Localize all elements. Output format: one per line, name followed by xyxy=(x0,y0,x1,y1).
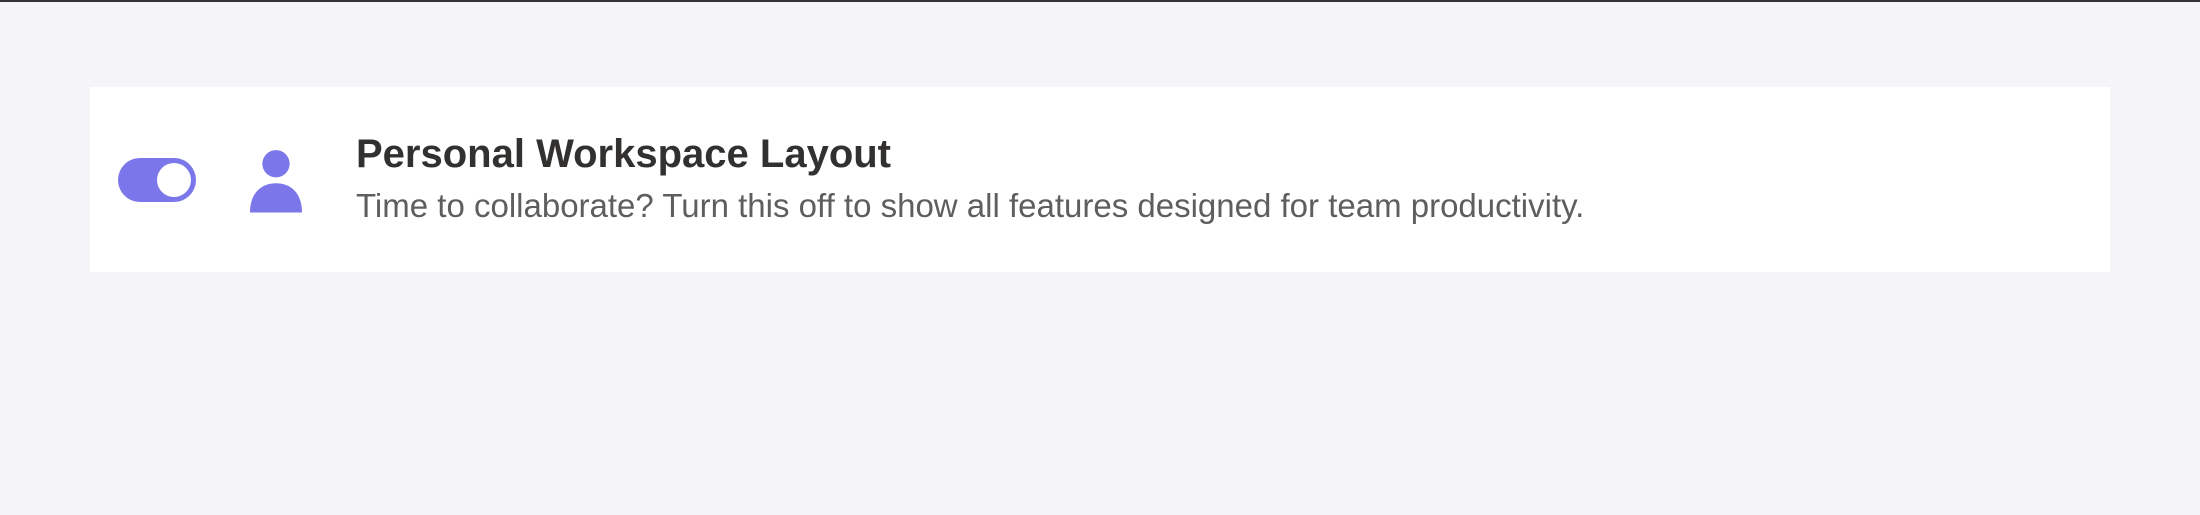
toggle-knob xyxy=(157,163,191,197)
setting-text: Personal Workspace Layout Time to collab… xyxy=(356,129,1584,229)
setting-title: Personal Workspace Layout xyxy=(356,129,1584,179)
setting-description: Time to collaborate? Turn this off to sh… xyxy=(356,183,1584,229)
setting-card: Personal Workspace Layout Time to collab… xyxy=(90,87,2110,272)
workspace-layout-toggle[interactable] xyxy=(118,158,196,202)
person-icon xyxy=(236,140,316,220)
